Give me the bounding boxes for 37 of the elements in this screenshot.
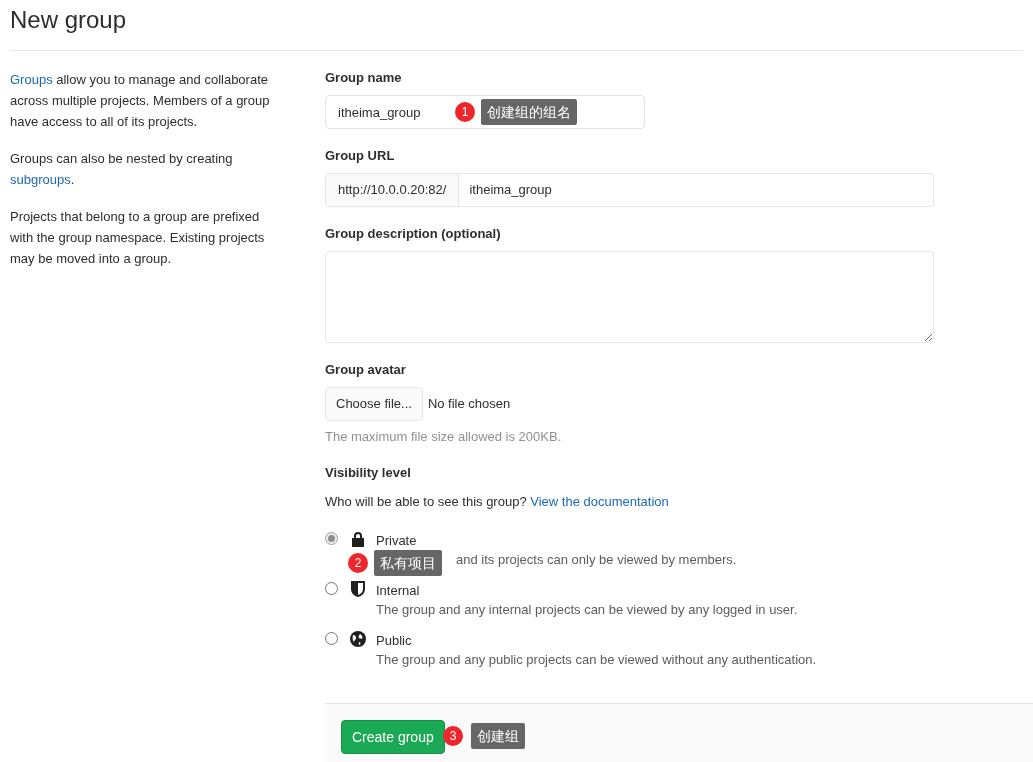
radio-button[interactable] <box>325 632 338 645</box>
paragraph: Groups allow you to manage and collaborate across multiple projects. Members of a group have access to all of its projects. <box>10 71 271 131</box>
documentation-link[interactable]: View the documentation <box>530 494 669 509</box>
annotation-tooltip: 创建组的组名 <box>481 99 577 125</box>
page-title: New group <box>10 0 1023 51</box>
create-group-button[interactable]: Create group <box>341 720 445 754</box>
annotation-tooltip: 创建组 <box>471 723 525 749</box>
input-field[interactable]: itheima_group <box>459 173 934 207</box>
question-text: Who will be able to see this group? View the documentation <box>325 493 670 511</box>
link[interactable]: Groups <box>10 72 53 87</box>
field-label: Group URL <box>325 147 396 165</box>
url-prefix: http://10.0.0.20:82/ <box>325 173 460 207</box>
radio-button[interactable] <box>325 582 338 595</box>
shield-icon <box>351 581 365 597</box>
link[interactable]: subgroups <box>10 172 71 187</box>
annotation-tooltip: 私有项目 <box>374 550 442 576</box>
field-label: Group avatar <box>325 361 407 379</box>
help-text: The maximum file size allowed is 200KB. <box>325 428 563 446</box>
field-label: Group name <box>325 69 403 87</box>
file-status: No file chosen <box>427 395 511 414</box>
option-description: The group and any public projects can be viewed without any authentication. <box>376 651 817 669</box>
paragraph: Groups can also be nested by creating subgroups. <box>10 150 234 189</box>
option-label: Public <box>376 632 413 650</box>
choose-file-button[interactable]: Choose file... <box>325 387 423 421</box>
option-description: The group and any internal projects can be viewed by any logged in user. <box>376 601 798 619</box>
paragraph: Projects that belong to a group are prefixed with the group namespace. Existing projects may be moved into a group. <box>10 208 266 268</box>
option-label: Internal <box>376 582 421 600</box>
number-badge: 3 <box>443 726 463 746</box>
globe-icon <box>350 631 366 647</box>
textarea-field[interactable] <box>325 251 934 343</box>
field-label: Visibility level <box>325 464 412 482</box>
number-badge: 1 <box>455 102 475 122</box>
lock-icon <box>351 531 365 547</box>
option-description: and its projects can only be viewed by members. <box>456 552 737 567</box>
number-badge: 2 <box>348 553 368 573</box>
option-label: Private <box>376 532 418 550</box>
field-label: Group description (optional) <box>325 225 502 243</box>
